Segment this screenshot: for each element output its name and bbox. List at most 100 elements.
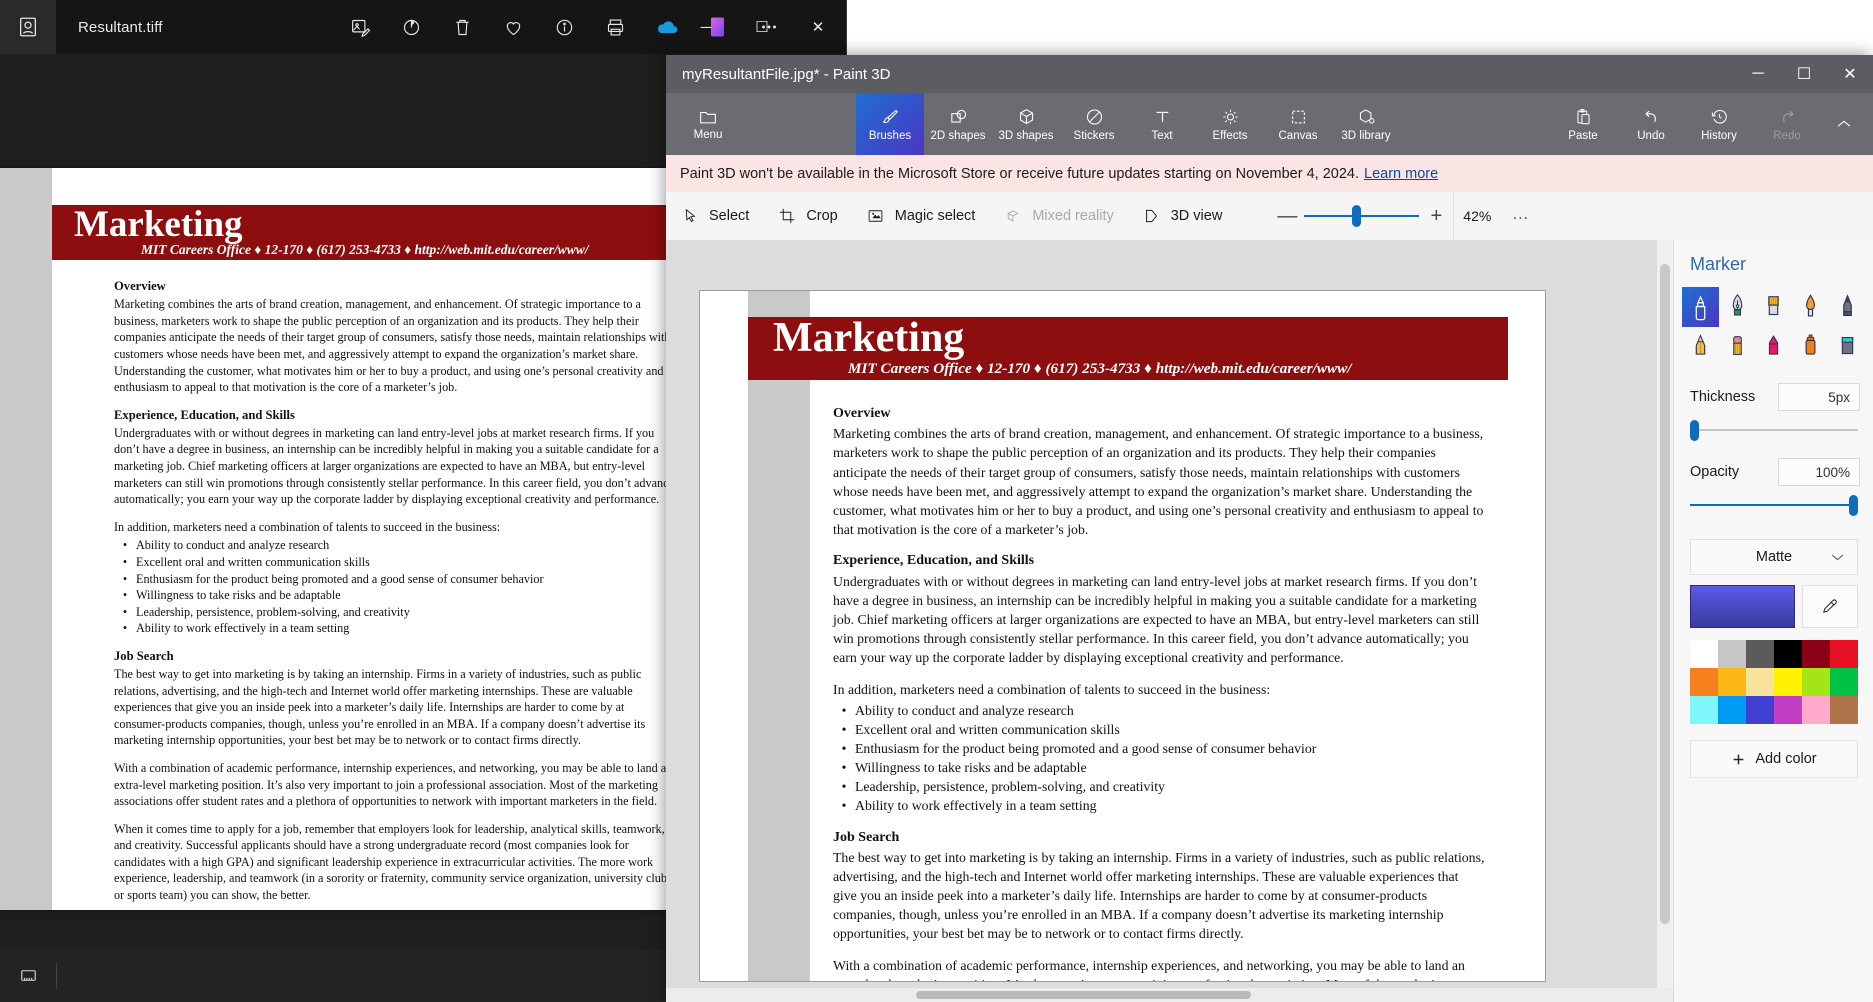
chevron-down-icon bbox=[1830, 552, 1845, 562]
delete-icon[interactable] bbox=[450, 14, 476, 40]
crop-tool[interactable]: Crop bbox=[763, 192, 851, 240]
magic-select-tool[interactable]: Magic select bbox=[852, 192, 990, 240]
learn-more-link[interactable]: Learn more bbox=[1364, 166, 1438, 182]
undo-button[interactable]: Undo bbox=[1617, 93, 1685, 155]
pixel-pen-brush[interactable] bbox=[1829, 287, 1866, 327]
paint3d-canvas-stage[interactable]: Marketing MIT Careers Office ♦ 12-170 ♦ … bbox=[666, 240, 1673, 1002]
photos-minimize-button[interactable]: ─ bbox=[678, 0, 734, 54]
tab-label: 3D library bbox=[1341, 129, 1391, 142]
scrollbar-thumb[interactable] bbox=[916, 991, 1251, 999]
onedrive-icon[interactable] bbox=[654, 14, 680, 40]
slider-knob[interactable] bbox=[1849, 495, 1858, 516]
zoom-slider[interactable] bbox=[1304, 192, 1420, 240]
3d-view-tool[interactable]: 3D view bbox=[1128, 192, 1237, 240]
rotate-icon[interactable] bbox=[399, 14, 425, 40]
color-swatch[interactable] bbox=[1802, 668, 1830, 696]
spray-can-brush[interactable] bbox=[1792, 327, 1829, 367]
tab-3d-shapes[interactable]: 3D shapes bbox=[992, 93, 1060, 155]
zoom-percentage[interactable]: 42% bbox=[1453, 192, 1500, 240]
tab-label: Text bbox=[1151, 129, 1173, 142]
info-icon[interactable] bbox=[552, 14, 578, 40]
color-swatch[interactable] bbox=[1830, 696, 1858, 724]
edit-image-icon[interactable] bbox=[348, 14, 374, 40]
zoom-out-button[interactable]: — bbox=[1270, 192, 1304, 240]
plus-icon bbox=[1731, 752, 1746, 767]
canvas-horizontal-scrollbar[interactable] bbox=[666, 988, 1673, 1002]
color-swatch[interactable] bbox=[1802, 696, 1830, 724]
thickness-value-field[interactable]: 5px bbox=[1778, 383, 1860, 411]
current-color-swatch[interactable] bbox=[1690, 585, 1795, 628]
canvas-vertical-scrollbar[interactable] bbox=[1657, 240, 1673, 1002]
paint3d-minimize-button[interactable]: ─ bbox=[1735, 55, 1781, 93]
tab-stickers[interactable]: Stickers bbox=[1060, 93, 1128, 155]
watercolor-brush[interactable] bbox=[1792, 287, 1829, 327]
color-swatch[interactable] bbox=[1690, 668, 1718, 696]
color-swatch[interactable] bbox=[1718, 696, 1746, 724]
add-color-button[interactable]: Add color bbox=[1690, 740, 1858, 778]
opacity-value-field[interactable]: 100% bbox=[1778, 458, 1860, 486]
tab-brushes[interactable]: Brushes bbox=[856, 93, 924, 155]
slider-knob[interactable] bbox=[1690, 420, 1699, 441]
oil-brush[interactable] bbox=[1756, 287, 1793, 327]
color-swatch[interactable] bbox=[1718, 668, 1746, 696]
paint3d-maximize-button[interactable]: ☐ bbox=[1781, 55, 1827, 93]
color-swatch[interactable] bbox=[1746, 696, 1774, 724]
doc-heading-jobsearch: Job Search bbox=[833, 829, 900, 845]
scrollbar-thumb[interactable] bbox=[1660, 264, 1670, 924]
tab-2d-shapes[interactable]: 2D shapes bbox=[924, 93, 992, 155]
color-swatch[interactable] bbox=[1690, 640, 1718, 668]
color-swatch[interactable] bbox=[1830, 668, 1858, 696]
tool-label: 3D view bbox=[1170, 208, 1223, 224]
color-swatch[interactable] bbox=[1802, 640, 1830, 668]
paste-button[interactable]: Paste bbox=[1549, 93, 1617, 155]
photos-close-button[interactable]: ✕ bbox=[790, 0, 846, 54]
list-item-label: Ability to work effectively in a team se… bbox=[855, 798, 1097, 814]
color-swatch[interactable] bbox=[1746, 668, 1774, 696]
color-swatch[interactable] bbox=[1830, 640, 1858, 668]
color-swatch[interactable] bbox=[1774, 668, 1802, 696]
calligraphy-pen-brush[interactable] bbox=[1719, 287, 1756, 327]
text-icon bbox=[1152, 107, 1173, 127]
doc-header-subtitle: MIT Careers Office ♦ 12-170 ♦ (617) 253-… bbox=[141, 242, 589, 257]
paint3d-artboard[interactable]: Marketing MIT Careers Office ♦ 12-170 ♦ … bbox=[699, 290, 1546, 982]
eraser-brush[interactable] bbox=[1719, 327, 1756, 367]
zoom-slider-knob[interactable] bbox=[1352, 205, 1362, 227]
tab-label: Effects bbox=[1212, 129, 1248, 142]
list-item-label: Enthusiasm for the product being promote… bbox=[136, 571, 544, 586]
tab-3d-library[interactable]: 3D library bbox=[1332, 93, 1400, 155]
toolbar-more-options-icon[interactable]: … bbox=[1500, 192, 1540, 240]
color-swatch[interactable] bbox=[1690, 696, 1718, 724]
crayon-brush[interactable] bbox=[1756, 327, 1793, 367]
tab-canvas[interactable]: Canvas bbox=[1264, 93, 1332, 155]
material-dropdown[interactable]: Matte bbox=[1690, 539, 1858, 575]
eyedropper-icon[interactable] bbox=[1802, 585, 1858, 628]
color-swatch[interactable] bbox=[1746, 640, 1774, 668]
3d-library-icon bbox=[1356, 107, 1377, 127]
opacity-slider[interactable] bbox=[1690, 493, 1858, 517]
history-button[interactable]: History bbox=[1685, 93, 1753, 155]
color-swatch[interactable] bbox=[1774, 640, 1802, 668]
thickness-slider[interactable] bbox=[1690, 418, 1858, 442]
color-swatch[interactable] bbox=[1718, 640, 1746, 668]
fill-bucket-brush[interactable] bbox=[1829, 327, 1866, 367]
tab-effects[interactable]: Effects bbox=[1196, 93, 1264, 155]
slider-rail bbox=[1690, 429, 1858, 431]
paint3d-toolbar: Select Crop Magic select Mixed reality 3… bbox=[666, 192, 1873, 241]
chevron-up-icon[interactable] bbox=[1821, 93, 1867, 155]
paint3d-titlebar[interactable]: myResultantFile.jpg* - Paint 3D ─ ☐ ✕ bbox=[666, 55, 1873, 93]
brush-grid bbox=[1682, 287, 1866, 367]
paint3d-close-button[interactable]: ✕ bbox=[1827, 55, 1873, 93]
tab-text[interactable]: Text bbox=[1128, 93, 1196, 155]
marker-brush[interactable] bbox=[1682, 287, 1719, 327]
color-swatch[interactable] bbox=[1774, 696, 1802, 724]
zoom-in-button[interactable]: + bbox=[1419, 192, 1453, 240]
select-tool[interactable]: Select bbox=[666, 192, 763, 240]
pencil-brush[interactable] bbox=[1682, 327, 1719, 367]
doc-bullet-list: • Ability to conduct and analyze research… bbox=[114, 537, 674, 637]
favorite-heart-icon[interactable] bbox=[501, 14, 527, 40]
list-item: • Excellent oral and written communicatio… bbox=[122, 554, 370, 569]
print-icon[interactable] bbox=[603, 14, 629, 40]
photos-maximize-button[interactable]: ☐ bbox=[734, 0, 790, 54]
fit-to-window-icon[interactable] bbox=[0, 966, 56, 985]
menu-button[interactable]: Menu bbox=[672, 93, 744, 155]
